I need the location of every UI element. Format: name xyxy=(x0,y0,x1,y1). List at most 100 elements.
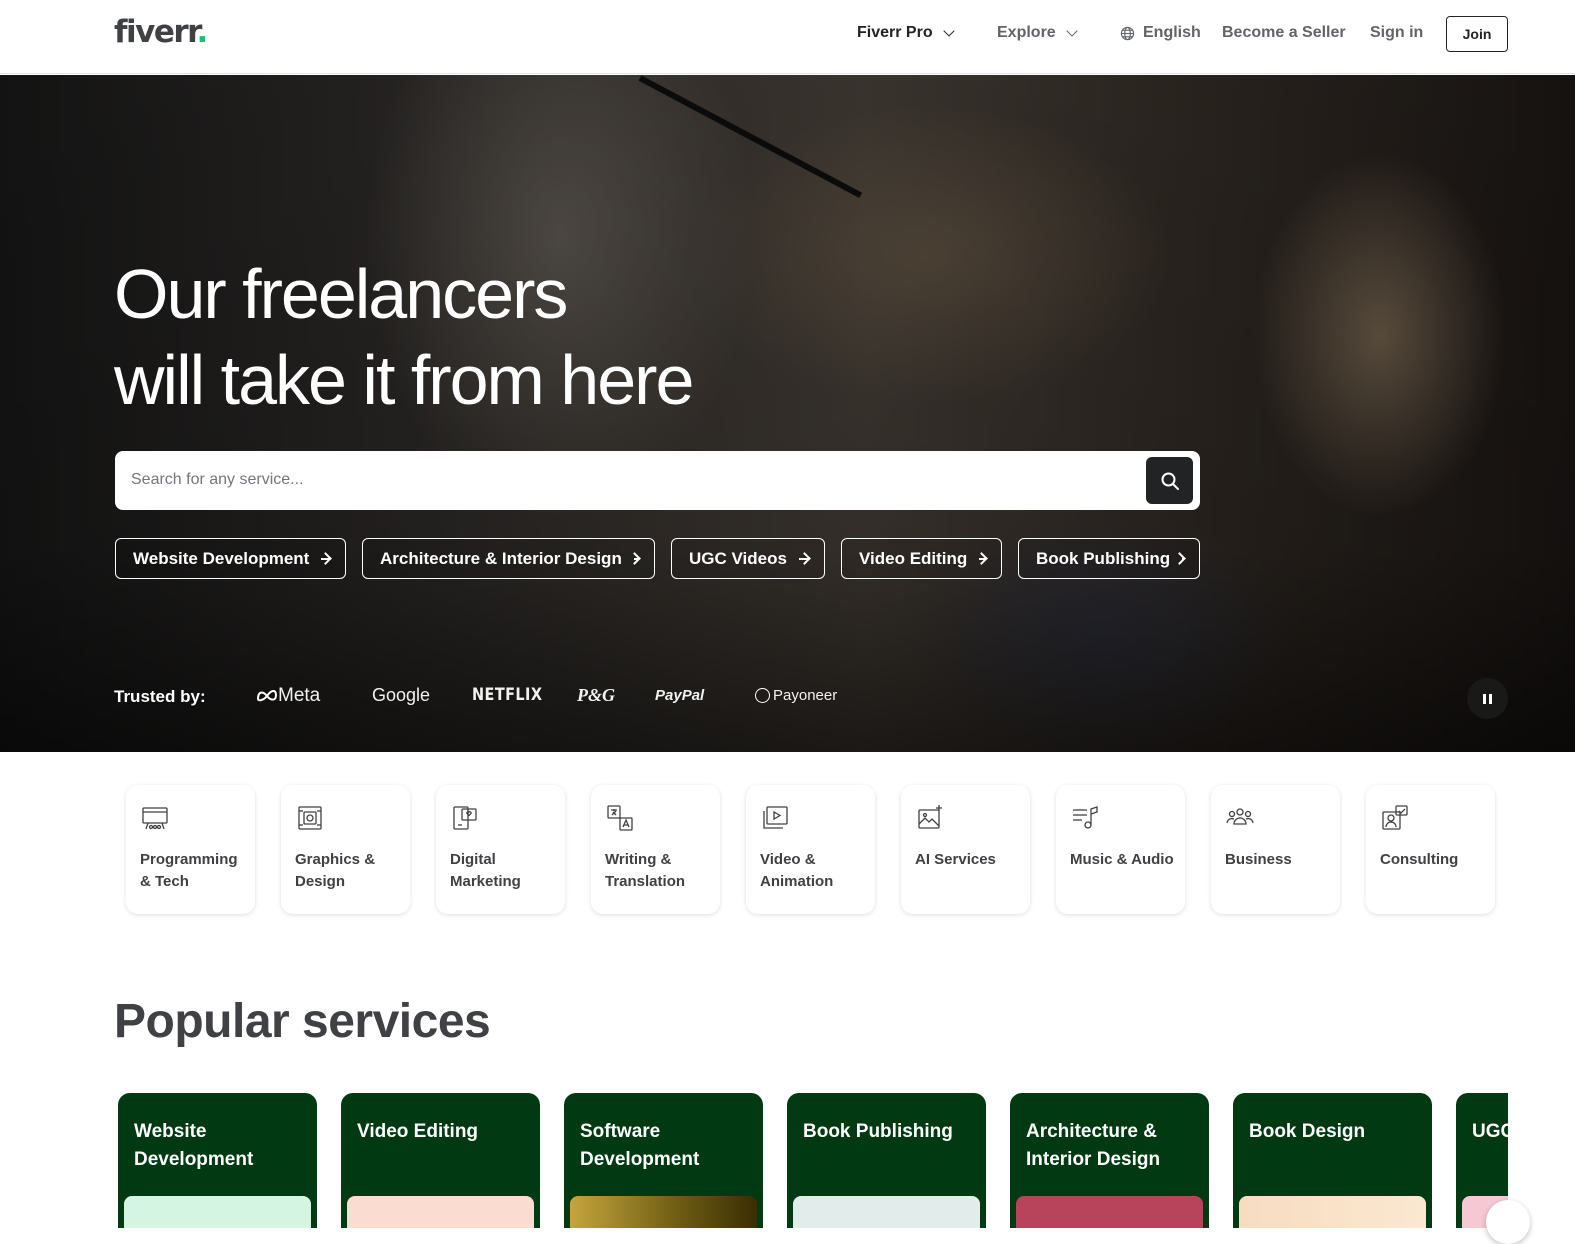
pill-video-editing[interactable]: Video Editing xyxy=(841,538,1002,579)
arrow-right-icon xyxy=(979,557,985,560)
nav-sign-in-label: Sign in xyxy=(1370,24,1424,41)
pill-label: UGC Videos xyxy=(689,548,787,568)
service-card-title-line1: UGC xyxy=(1472,1121,1508,1142)
category-label: Graphics & Design xyxy=(295,849,403,893)
nav-explore-label: Explore xyxy=(997,24,1056,41)
service-card-title-line2: Development xyxy=(580,1149,700,1170)
music-icon xyxy=(1073,806,1098,829)
service-card-software-development[interactable]: Software Development xyxy=(564,1093,763,1228)
popular-services-carousel: Website Development Video Editing Softwar… xyxy=(0,1093,1508,1228)
category-label-line1: Graphics & xyxy=(295,851,376,868)
nav-become-seller-label: Become a Seller xyxy=(1222,24,1346,41)
category-digital-marketing[interactable]: Digital Marketing xyxy=(436,785,565,914)
category-label-line1: Programming xyxy=(140,851,238,868)
service-card-website-development[interactable]: Website Development xyxy=(118,1093,317,1228)
payoneer-logo: Payoneer xyxy=(755,687,837,704)
pill-website-development[interactable]: Website Development xyxy=(115,538,346,579)
category-label-line1: Business xyxy=(1225,851,1292,868)
category-label: Business xyxy=(1225,849,1333,871)
category-graphics-design[interactable]: Graphics & Design xyxy=(281,785,410,914)
fiverr-logo[interactable]: fiverr. xyxy=(114,14,209,50)
trusted-by-label: Trusted by: xyxy=(114,687,206,706)
category-programming-tech[interactable]: Programming & Tech xyxy=(126,785,255,914)
category-label: Writing & Translation xyxy=(605,849,713,893)
search-button[interactable] xyxy=(1146,457,1193,504)
meta-logo: Meta xyxy=(256,685,320,707)
category-label-line2: & Tech xyxy=(140,873,189,890)
meta-logo-text: Meta xyxy=(278,685,321,706)
nav-language[interactable]: English xyxy=(1120,24,1201,42)
nav-explore[interactable]: Explore xyxy=(997,24,1078,42)
business-icon xyxy=(1226,808,1254,825)
pause-icon xyxy=(1489,693,1492,704)
service-card-book-publishing[interactable]: Book Publishing xyxy=(787,1093,986,1228)
search-input[interactable] xyxy=(131,463,1131,497)
service-card-title: Software Development xyxy=(580,1118,755,1174)
service-card-title-line1: Architecture & xyxy=(1026,1121,1157,1142)
pill-architecture-interior-design[interactable]: Architecture & Interior Design xyxy=(362,538,655,579)
service-card-title-line1: Software xyxy=(580,1121,661,1142)
category-label-line1: AI Services xyxy=(915,851,996,868)
arrow-right-icon xyxy=(798,557,808,560)
pill-label: Website Development xyxy=(133,548,310,568)
category-music-audio[interactable]: Music & Audio xyxy=(1056,785,1185,914)
service-card-title: Website Development xyxy=(134,1118,309,1174)
service-card-image xyxy=(570,1196,757,1228)
pause-video-button[interactable] xyxy=(1467,678,1508,719)
google-logo: Google xyxy=(372,685,431,705)
category-writing-translation[interactable]: Writing & Translation xyxy=(591,785,720,914)
category-label-line1: Digital xyxy=(450,851,496,868)
pause-icon xyxy=(1483,693,1486,704)
service-card-title-line2: Interior Design xyxy=(1026,1149,1161,1170)
top-header: fiverr. Fiverr Pro Explore English Becom… xyxy=(0,0,1575,74)
category-label-line1: Consulting xyxy=(1380,851,1459,868)
netflix-logo: NETFLIX xyxy=(472,685,543,705)
service-card-title-line2: Development xyxy=(134,1149,254,1170)
category-label: Digital Marketing xyxy=(450,849,558,893)
nav-fiverr-pro[interactable]: Fiverr Pro xyxy=(857,24,955,42)
arrow-right-icon xyxy=(1182,557,1183,560)
service-card-architecture-interior-design[interactable]: Architecture & Interior Design xyxy=(1010,1093,1209,1228)
nav-sign-in[interactable]: Sign in xyxy=(1370,24,1423,42)
category-label: Video & Animation xyxy=(760,849,868,893)
service-card-book-design[interactable]: Book Design xyxy=(1233,1093,1432,1228)
hero-title-line2: will take it from here xyxy=(114,341,694,419)
service-card-title-line1: Book Design xyxy=(1249,1121,1366,1142)
category-label-line1: Music & Audio xyxy=(1070,851,1174,868)
nav-become-seller[interactable]: Become a Seller xyxy=(1222,24,1346,42)
service-card-image xyxy=(1239,1196,1426,1228)
join-button[interactable]: Join xyxy=(1446,16,1508,52)
arrow-right-icon xyxy=(633,557,638,560)
category-label-line2: Design xyxy=(295,873,346,890)
globe-icon xyxy=(1120,26,1135,40)
carousel-next-button[interactable] xyxy=(1486,1200,1530,1244)
service-card-title: Architecture & Interior Design xyxy=(1026,1118,1201,1174)
pill-label: Video Editing xyxy=(859,548,968,568)
category-ai-services[interactable]: AI Services xyxy=(901,785,1030,914)
category-consulting[interactable]: Consulting xyxy=(1366,785,1495,914)
graphics-icon xyxy=(298,806,322,830)
pill-ugc-videos[interactable]: UGC Videos xyxy=(671,538,825,579)
video-icon xyxy=(763,806,788,829)
marketing-icon xyxy=(453,806,477,830)
category-label: Programming & Tech xyxy=(140,849,248,893)
category-business[interactable]: Business xyxy=(1211,785,1340,914)
service-card-video-editing[interactable]: Video Editing xyxy=(341,1093,540,1228)
paypal-logo: PayPal xyxy=(655,687,705,704)
arrow-right-icon xyxy=(321,557,329,560)
service-card-title: Video Editing xyxy=(357,1118,532,1146)
category-label: Consulting xyxy=(1380,849,1488,871)
category-video-animation[interactable]: Video & Animation xyxy=(746,785,875,914)
service-card-title: UGC xyxy=(1472,1118,1508,1146)
logo-dot: . xyxy=(196,14,209,50)
service-card-title-line1: Website xyxy=(134,1121,207,1142)
service-card-image xyxy=(347,1196,534,1228)
category-label-line2: Marketing xyxy=(450,873,521,890)
service-card-title-line1: Video Editing xyxy=(357,1121,479,1142)
service-card-title-line1: Book Publishing xyxy=(803,1121,953,1142)
pill-book-publishing[interactable]: Book Publishing xyxy=(1018,538,1200,579)
programming-icon xyxy=(142,807,168,830)
category-label-line1: Video & xyxy=(760,851,816,868)
search-icon xyxy=(1161,472,1179,490)
search-bar xyxy=(115,451,1200,510)
